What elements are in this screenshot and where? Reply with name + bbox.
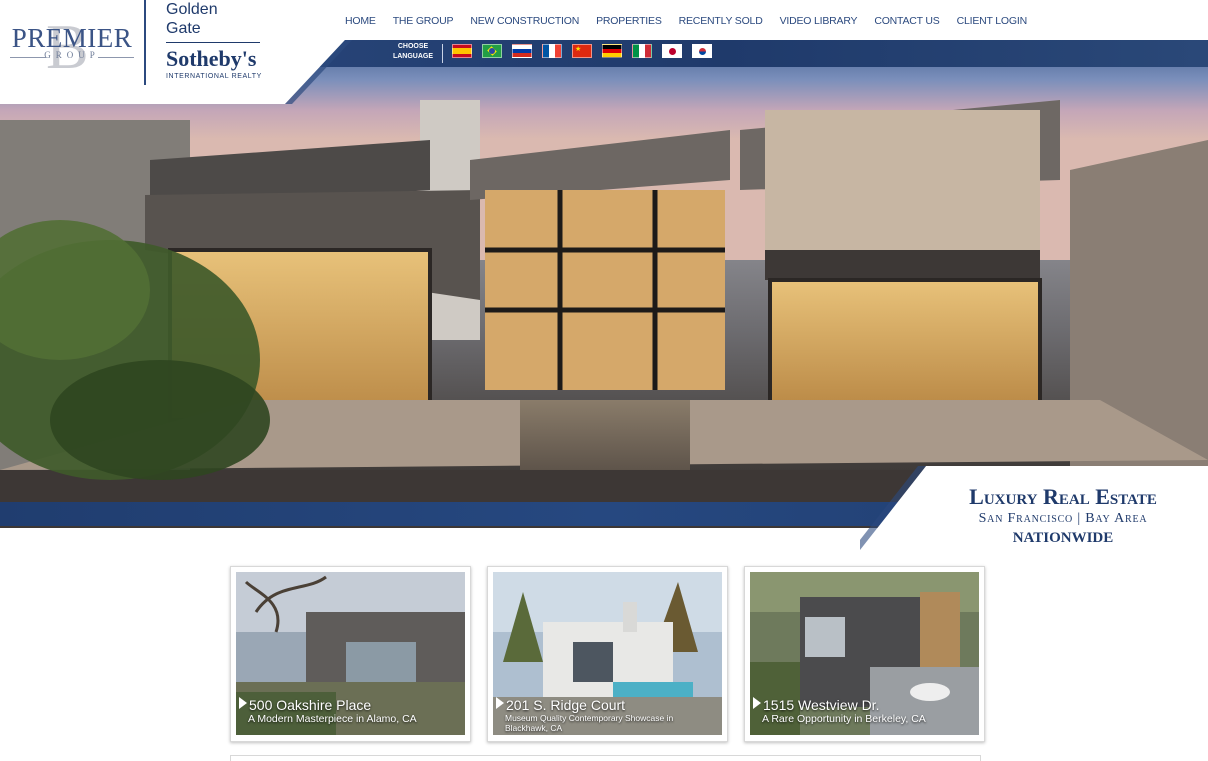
sothebys-logo[interactable]: Golden Gate Sotheby's INTERNATIONAL REAL… <box>166 0 262 80</box>
tagline-bottom: NATIONWIDE <box>1012 530 1114 546</box>
property-card[interactable]: 500 Oakshire Place A Modern Masterpiece … <box>230 566 471 742</box>
premier-word: PREMIER <box>11 23 133 53</box>
partner-line2: Gate <box>166 20 201 37</box>
tagline-title: Luxury Real Estate <box>969 484 1157 509</box>
next-row-card-edge <box>230 755 981 761</box>
play-icon <box>239 697 247 709</box>
partner-name: Sotheby's <box>166 46 257 71</box>
logo-divider <box>144 0 146 85</box>
hero-image <box>0 40 1208 528</box>
germany-flag-icon[interactable] <box>602 44 622 58</box>
nav-contact-us[interactable]: CONTACT US <box>874 15 939 27</box>
property-card[interactable]: 1515 Westview Dr. A Rare Opportunity in … <box>744 566 985 742</box>
hero-tagline: Luxury Real Estate San Francisco | Bay A… <box>930 484 1196 548</box>
nav-client-login[interactable]: CLIENT LOGIN <box>957 15 1028 27</box>
france-flag-icon[interactable] <box>542 44 562 58</box>
premier-sub: GROUP <box>44 50 100 60</box>
property-caption: 500 Oakshire Place A Modern Masterpiece … <box>239 697 417 725</box>
premier-group-logo[interactable]: B PREMIER GROUP <box>8 11 136 82</box>
property-caption: 201 S. Ridge Court Museum Quality Contem… <box>496 697 705 733</box>
property-description: A Rare Opportunity in Berkeley, CA <box>762 713 926 725</box>
partner-sub: INTERNATIONAL REALTY <box>166 73 262 80</box>
featured-properties: 500 Oakshire Place A Modern Masterpiece … <box>230 566 985 742</box>
spain-flag-icon[interactable] <box>452 44 472 58</box>
language-flags: ★ <box>452 44 712 58</box>
property-address: 1515 Westview Dr. <box>763 697 880 713</box>
partner-line1: Golden <box>166 1 218 18</box>
nav-video-library[interactable]: VIDEO LIBRARY <box>780 15 858 27</box>
nav-properties[interactable]: PROPERTIES <box>596 15 662 27</box>
property-description: Museum Quality Contemporary Showcase in … <box>505 713 674 733</box>
japan-flag-icon[interactable] <box>662 44 682 58</box>
main-nav: HOME THE GROUP NEW CONSTRUCTION PROPERTI… <box>345 15 1044 27</box>
nav-new-construction[interactable]: NEW CONSTRUCTION <box>470 15 579 27</box>
property-address: 201 S. Ridge Court <box>506 697 626 713</box>
property-description: A Modern Masterpiece in Alamo, CA <box>248 713 417 725</box>
partner-rule <box>166 42 260 43</box>
property-card[interactable]: 201 S. Ridge Court Museum Quality Contem… <box>487 566 728 742</box>
china-flag-icon[interactable]: ★ <box>572 44 592 58</box>
brazil-flag-icon[interactable] <box>482 44 502 58</box>
korea-flag-icon[interactable] <box>692 44 712 58</box>
nav-home[interactable]: HOME <box>345 15 376 27</box>
property-address: 500 Oakshire Place <box>249 697 372 713</box>
choose-language-label: CHOOSE LANGUAGE <box>389 42 437 62</box>
nav-recently-sold[interactable]: RECENTLY SOLD <box>679 15 763 27</box>
tagline-subtitle: San Francisco | Bay Area <box>978 511 1148 526</box>
play-icon <box>753 697 761 709</box>
language-label-line1: CHOOSE <box>397 43 429 50</box>
language-divider <box>442 44 443 63</box>
nav-the-group[interactable]: THE GROUP <box>393 15 454 27</box>
play-icon <box>496 697 504 709</box>
language-label-line2: LANGUAGE <box>392 53 434 60</box>
property-caption: 1515 Westview Dr. A Rare Opportunity in … <box>753 697 926 725</box>
russia-flag-icon[interactable] <box>512 44 532 58</box>
italy-flag-icon[interactable] <box>632 44 652 58</box>
